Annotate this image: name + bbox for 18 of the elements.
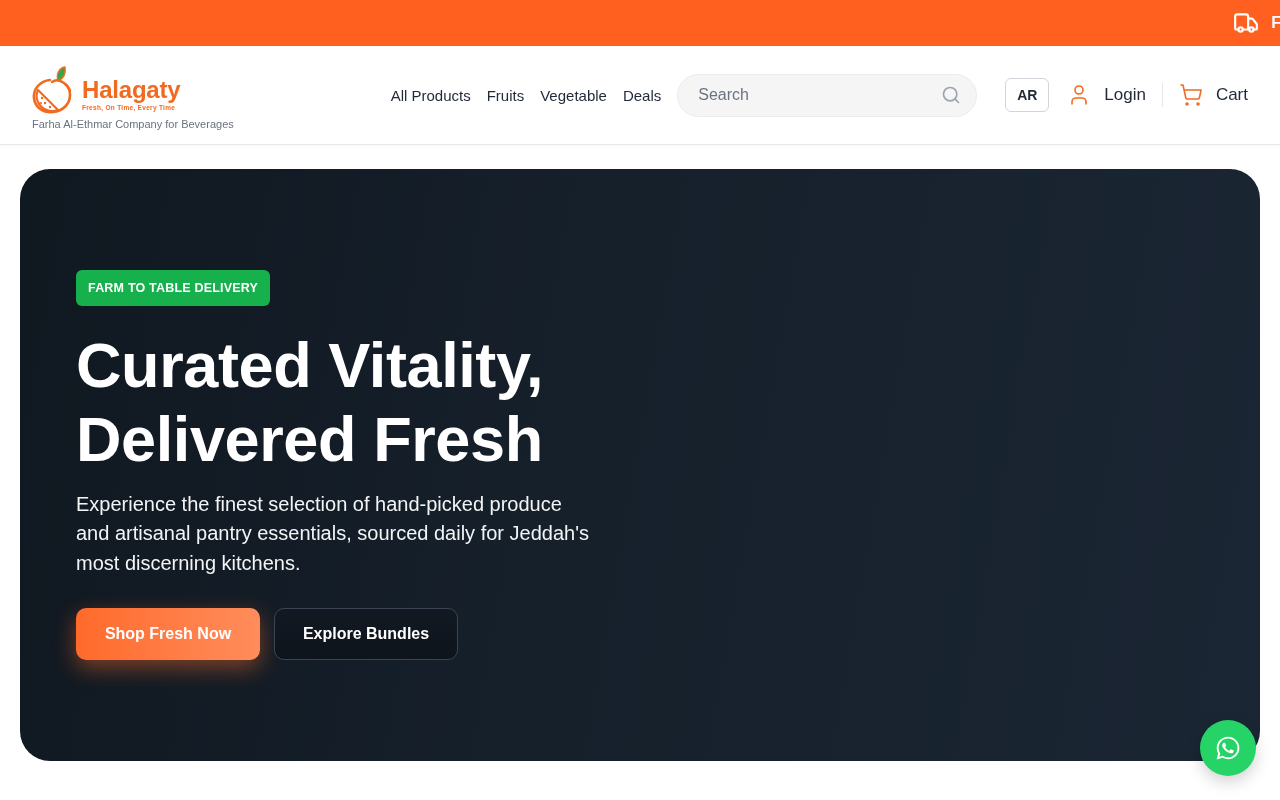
truck-icon xyxy=(1233,10,1260,36)
promo-text: F xyxy=(1271,14,1280,32)
cart-link[interactable]: Cart xyxy=(1178,83,1248,107)
whatsapp-icon xyxy=(1215,735,1241,761)
nav-link[interactable]: All Products xyxy=(390,86,471,104)
nav-link[interactable]: Fruits xyxy=(486,86,525,104)
nav-link[interactable]: Deals xyxy=(622,86,662,104)
search-field[interactable]: Search xyxy=(677,73,978,117)
cart-icon xyxy=(1178,83,1203,107)
hero-headline: Curated Vitality, Delivered Fresh xyxy=(76,328,544,476)
login-link[interactable]: Login xyxy=(1067,83,1146,107)
nav-link[interactable]: Vegetable xyxy=(540,86,607,104)
hero-description: Experience the finest selection of hand-picked produce and artisanal pantry essentials, sourced daily for Jeddah's most discerning kitchens. xyxy=(76,491,590,576)
hero-badge: FARM TO TABLE DELIVERY xyxy=(76,269,271,306)
language-button[interactable]: AR xyxy=(1005,78,1050,112)
company-name: Farha Al-Ethmar Company for Beverages xyxy=(32,118,234,130)
logo-name: Halagaty xyxy=(82,76,181,104)
explore-button[interactable]: Explore Bundles xyxy=(274,608,458,661)
